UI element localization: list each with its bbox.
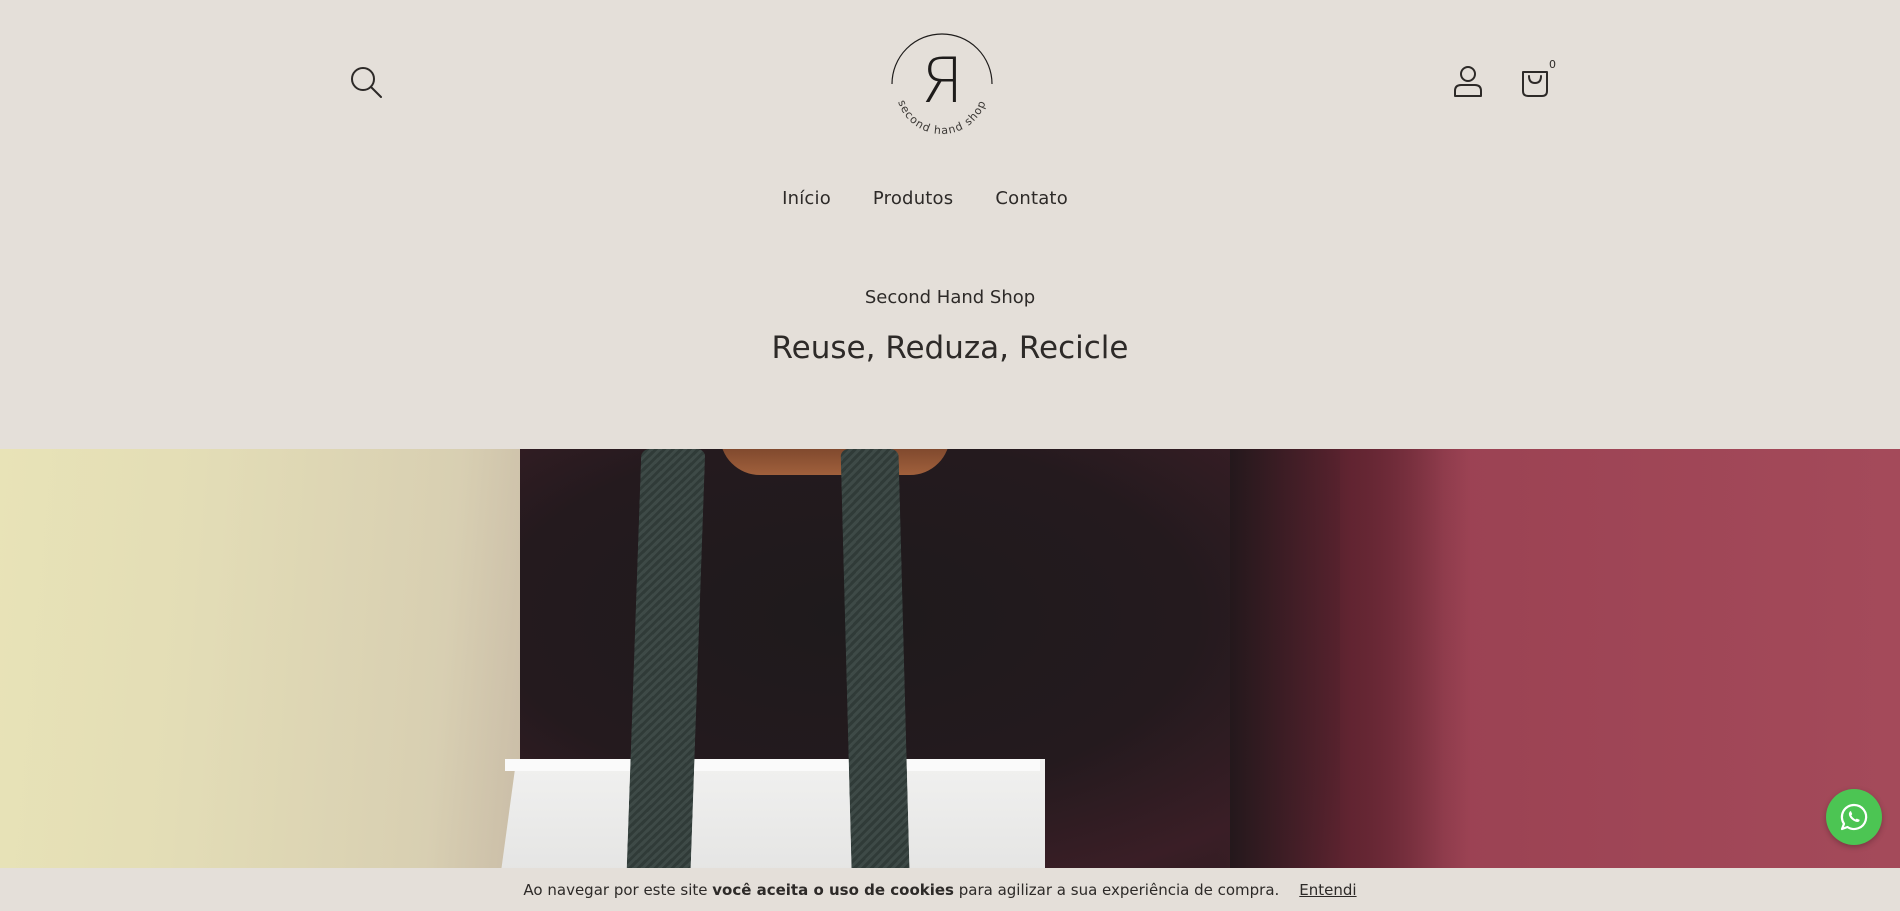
- cart-count-badge: 0: [1549, 58, 1556, 71]
- shopping-bag-image: [500, 759, 1045, 869]
- main-nav: Início Produtos Contato: [0, 188, 1900, 209]
- cart-button[interactable]: [1520, 64, 1550, 98]
- cookie-message: Ao navegar por este site você aceita o u…: [523, 880, 1280, 899]
- nav-item-inicio[interactable]: Início: [782, 188, 831, 209]
- shopping-bag-icon: [1522, 71, 1548, 97]
- logo-mark: Я second hand shop: [891, 33, 993, 137]
- logo-letter: Я: [920, 44, 963, 117]
- whatsapp-button[interactable]: [1826, 789, 1882, 845]
- site-header: Я second hand shop 0 Início Produtos Con…: [0, 0, 1900, 449]
- search-button[interactable]: [349, 65, 383, 99]
- nav-item-produtos[interactable]: Produtos: [873, 188, 953, 209]
- account-button[interactable]: [1452, 64, 1484, 98]
- user-icon: [1454, 66, 1482, 97]
- page-headline: Reuse, Reduza, Recicle: [771, 330, 1129, 366]
- cookie-accept-link[interactable]: Entendi: [1299, 881, 1356, 899]
- whatsapp-icon: [1840, 803, 1868, 831]
- search-icon: [351, 67, 382, 98]
- page-subtitle: Second Hand Shop: [864, 287, 1036, 308]
- cookie-banner: Ao navegar por este site você aceita o u…: [0, 868, 1900, 911]
- nav-item-contato[interactable]: Contato: [995, 188, 1068, 209]
- hero-image: [0, 449, 1900, 869]
- brand-logo[interactable]: Я second hand shop: [886, 26, 998, 138]
